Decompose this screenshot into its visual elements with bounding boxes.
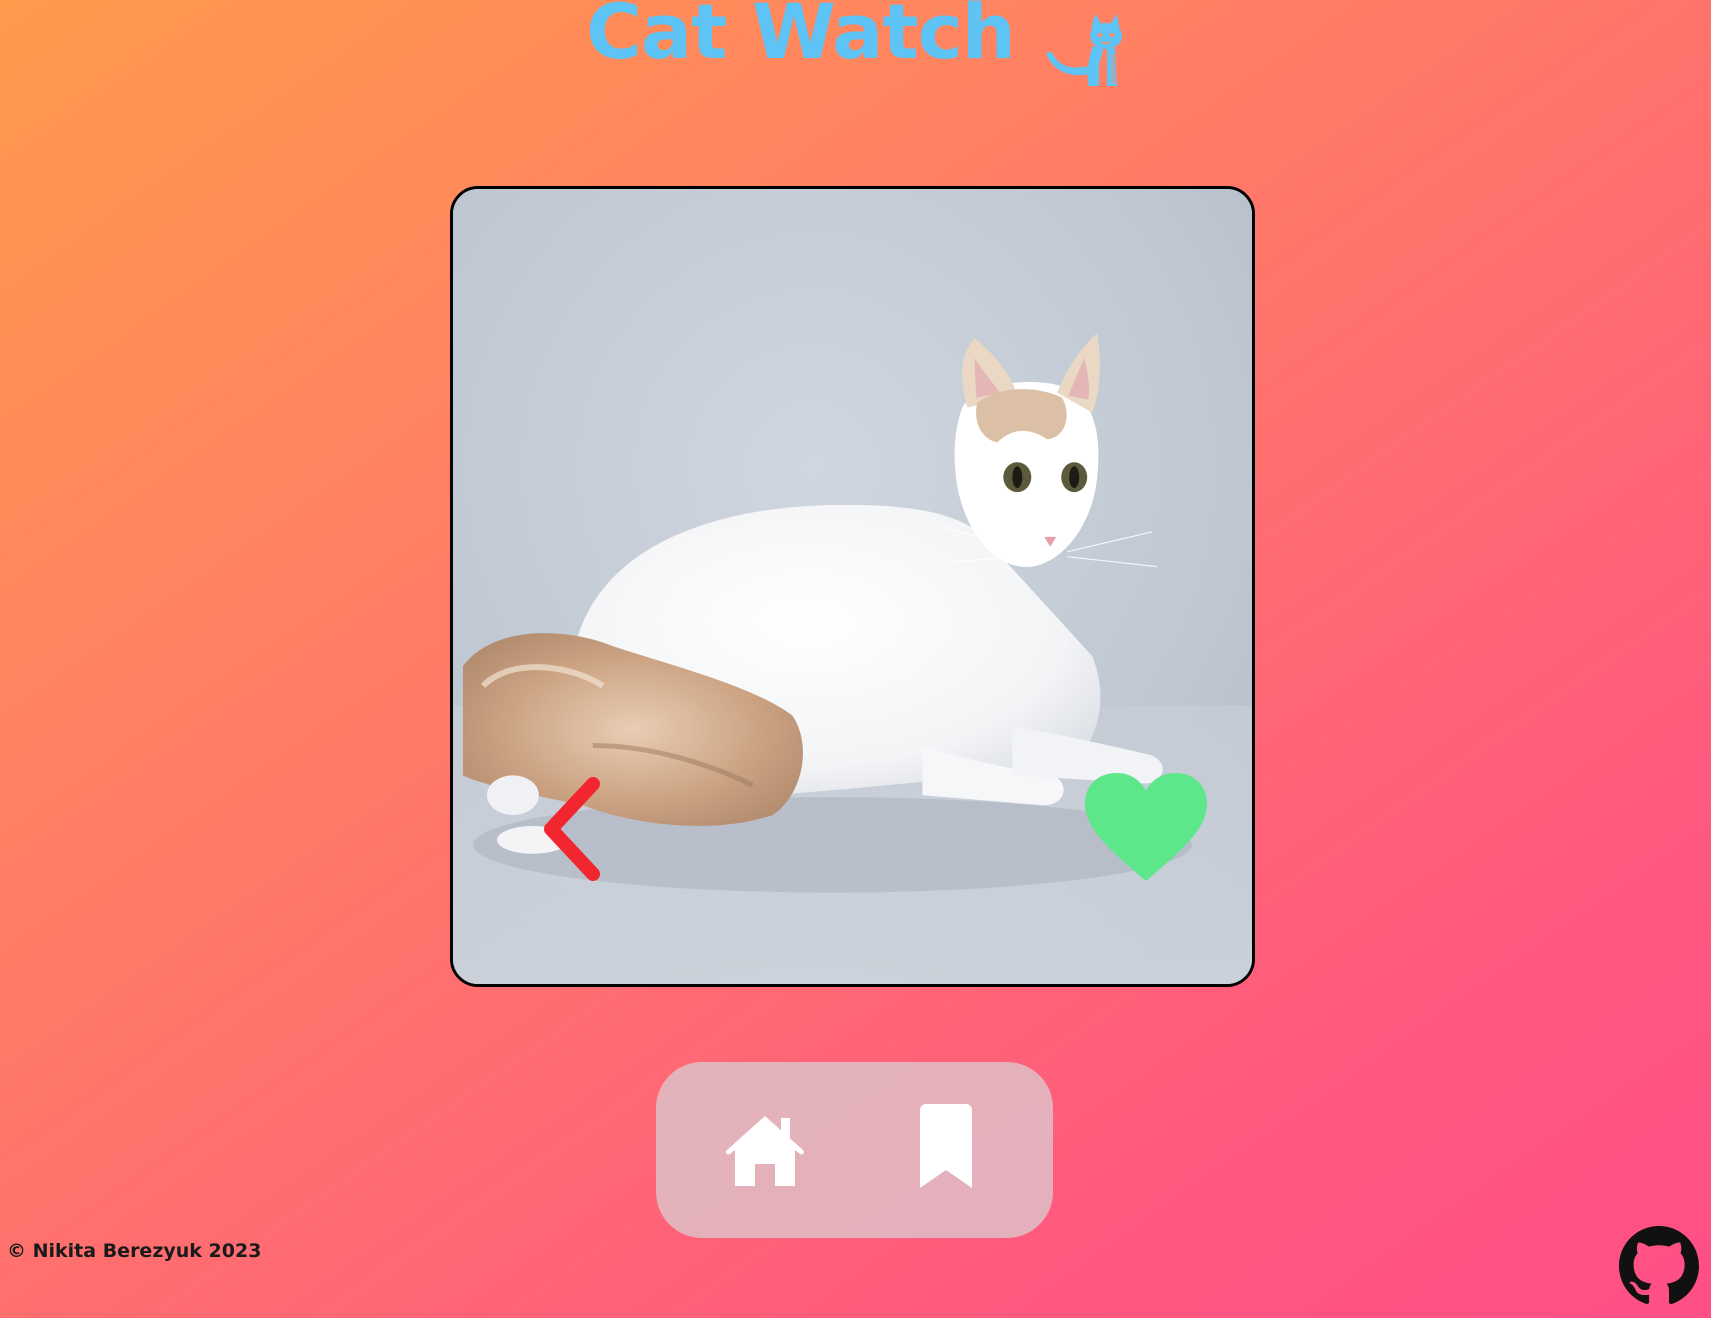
like-button[interactable] [1081,769,1211,889]
app-title: Cat Watch [586,0,1016,76]
github-link[interactable] [1619,1226,1699,1306]
heart-icon [1085,773,1207,881]
cat-card [450,186,1255,987]
bookmark-icon [920,1104,972,1188]
chevron-left-icon [544,777,600,881]
bottom-nav [656,1062,1053,1238]
app-header: Cat Watch [0,0,1711,110]
home-icon [726,1116,804,1186]
github-icon [1619,1226,1699,1305]
back-button[interactable] [533,769,617,889]
copyright-text: © Nikita Berezyuk 2023 [7,1240,262,1262]
home-button[interactable] [723,1110,807,1190]
cat-icon [1046,14,1122,86]
saved-button[interactable] [914,1102,978,1190]
